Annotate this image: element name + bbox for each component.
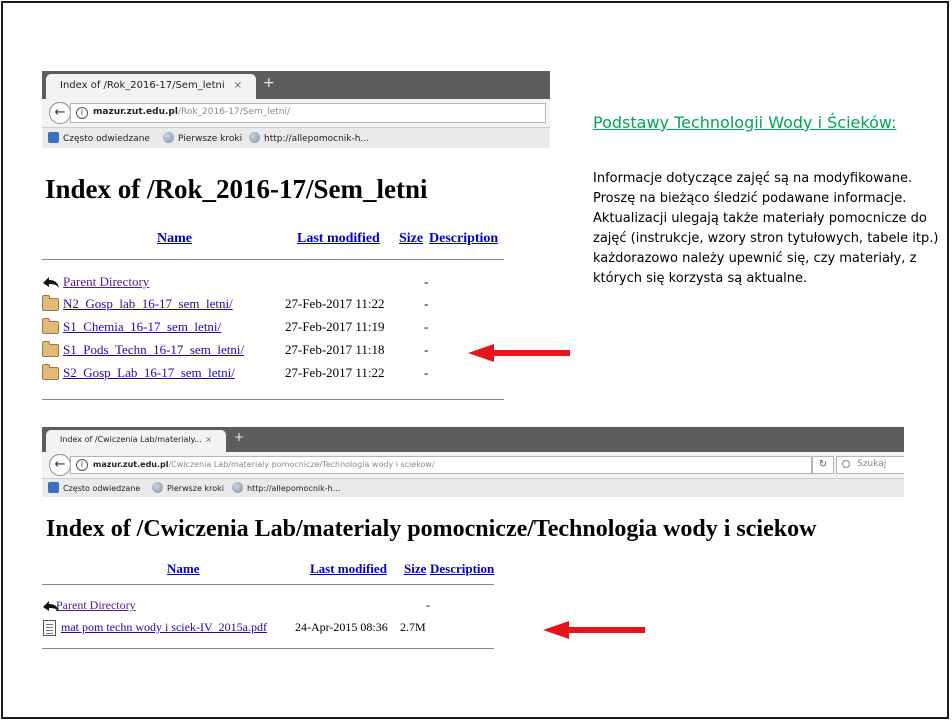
- url-domain: mazur.zut.edu.pl: [93, 107, 178, 117]
- column-name-header[interactable]: Name: [167, 561, 200, 577]
- modified-cell: 24-Apr-2015 08:36: [295, 620, 388, 634]
- address-bar[interactable]: i mazur.zut.edu.pl/Cwiczenia Lab/materia…: [70, 456, 812, 474]
- table-row: S1_Pods_Techn_16-17_sem_letni/ 27-Feb-20…: [42, 341, 512, 360]
- bookmark-item[interactable]: Pierwsze kroki: [163, 132, 242, 144]
- parent-directory-row: Parent Directory -: [42, 598, 502, 616]
- column-size-header[interactable]: Size: [404, 561, 426, 577]
- size-cell: -: [424, 342, 429, 357]
- divider: [42, 584, 494, 585]
- globe-icon: [163, 132, 174, 143]
- tab-bar: Index of /Cwiczenia Lab/materialy... × +: [42, 427, 904, 452]
- bookmarks-bar: Często odwiedzane Pierwsze kroki http://…: [42, 128, 550, 148]
- file-link[interactable]: N2_Gosp_lab_16-17_sem_letni/: [63, 296, 233, 312]
- column-modified-header[interactable]: Last modified: [297, 231, 380, 247]
- globe-icon: [249, 132, 260, 143]
- divider: [42, 648, 494, 649]
- tab-title: Index of /Cwiczenia Lab/materialy...: [60, 435, 202, 444]
- globe-icon: [232, 482, 243, 493]
- page-title: Index of /Cwiczenia Lab/materialy pomocn…: [46, 516, 817, 542]
- back-arrow-icon[interactable]: ←: [49, 454, 71, 476]
- table-row: S1_Chemia_16-17_sem_letni/ 27-Feb-2017 1…: [42, 318, 512, 337]
- size-cell: 2.7M: [400, 620, 426, 634]
- table-row: mat pom techn wody i sciek-IV_2015a.pdf …: [42, 620, 502, 638]
- new-tab-icon[interactable]: +: [263, 75, 275, 91]
- close-icon[interactable]: ×: [234, 80, 242, 91]
- file-link[interactable]: S1_Chemia_16-17_sem_letni/: [63, 319, 221, 335]
- address-bar[interactable]: i mazur.zut.edu.pl/Rok_2016-17/Sem_letni…: [70, 103, 546, 123]
- side-description: Informacje dotyczące zajęć są na modyfik…: [593, 171, 939, 286]
- nav-bar: ← i mazur.zut.edu.pl/Rok_2016-17/Sem_let…: [42, 99, 550, 128]
- bookmark-item[interactable]: http://allepomocnik-h...: [232, 482, 340, 493]
- bookmark-item[interactable]: Często odwiedzane: [48, 482, 140, 493]
- red-arrow-icon: [543, 621, 645, 639]
- nav-bar: ← i mazur.zut.edu.pl/Cwiczenia Lab/mater…: [42, 452, 904, 479]
- browser-tab[interactable]: Index of /Rok_2016-17/Sem_letni ×: [46, 74, 256, 99]
- browser-tab[interactable]: Index of /Cwiczenia Lab/materialy... ×: [46, 430, 226, 452]
- tab-bar: Index of /Rok_2016-17/Sem_letni × +: [42, 71, 550, 99]
- folder-icon: [42, 364, 59, 380]
- close-icon[interactable]: ×: [205, 435, 212, 444]
- bookmark-item[interactable]: Często odwiedzane: [48, 132, 150, 144]
- column-description-header[interactable]: Description: [430, 561, 494, 577]
- bookmark-icon: [48, 482, 59, 493]
- reload-icon[interactable]: ↻: [812, 456, 834, 474]
- url-path: /Cwiczenia Lab/materialy pomocnicze/Tech…: [168, 460, 435, 469]
- file-link[interactable]: mat pom techn wody i sciek-IV_2015a.pdf: [61, 620, 267, 635]
- divider: [42, 259, 504, 260]
- modified-cell: 27-Feb-2017 11:18: [285, 342, 385, 357]
- parent-directory-row: Parent Directory -: [42, 274, 512, 292]
- red-arrow-icon: [468, 344, 570, 362]
- size-cell: -: [426, 598, 430, 612]
- browser-window-2: Index of /Cwiczenia Lab/materialy... × +…: [42, 427, 904, 655]
- back-arrow-icon[interactable]: ←: [49, 102, 71, 124]
- modified-cell: 27-Feb-2017 11:22: [285, 296, 385, 311]
- file-link[interactable]: S1_Pods_Techn_16-17_sem_letni/: [63, 342, 244, 358]
- column-modified-header[interactable]: Last modified: [310, 561, 387, 577]
- document-icon: [43, 620, 56, 636]
- bookmarks-bar: Często odwiedzane Pierwsze kroki http://…: [42, 479, 904, 497]
- folder-icon: [42, 295, 59, 311]
- folder-icon: [42, 318, 59, 334]
- modified-cell: 27-Feb-2017 11:19: [285, 319, 385, 334]
- folder-icon: [42, 341, 59, 357]
- bookmark-item[interactable]: http://allepomocnik-h...: [249, 132, 369, 144]
- search-placeholder: Szukaj: [857, 459, 887, 469]
- page-title: Index of /Rok_2016-17/Sem_letni: [45, 174, 428, 204]
- size-cell: -: [424, 296, 429, 311]
- size-cell: -: [424, 365, 429, 380]
- new-tab-icon[interactable]: +: [234, 430, 244, 444]
- info-icon[interactable]: i: [76, 459, 88, 471]
- file-link[interactable]: S2_Gosp_Lab_16-17_sem_letni/: [63, 365, 235, 381]
- parent-directory-link[interactable]: Parent Directory: [56, 598, 136, 613]
- size-cell: -: [424, 319, 429, 334]
- search-icon: [842, 460, 850, 468]
- globe-icon: [152, 482, 163, 493]
- divider: [42, 399, 504, 400]
- size-cell: -: [424, 274, 429, 289]
- bookmark-icon: [48, 132, 59, 143]
- search-input[interactable]: Szukaj: [836, 456, 904, 474]
- modified-cell: 27-Feb-2017 11:22: [285, 365, 385, 380]
- parent-directory-link[interactable]: Parent Directory: [63, 274, 149, 290]
- side-title: Podstawy Technologii Wody i Ścieków:: [593, 113, 897, 132]
- back-arrow-icon: [43, 277, 59, 288]
- url-path: /Rok_2016-17/Sem_letni/: [177, 107, 290, 117]
- info-icon[interactable]: i: [76, 107, 88, 119]
- tab-title: Index of /Rok_2016-17/Sem_letni: [60, 80, 225, 91]
- table-row: N2_Gosp_lab_16-17_sem_letni/ 27-Feb-2017…: [42, 295, 512, 314]
- column-name-header[interactable]: Name: [157, 231, 192, 247]
- table-row: S2_Gosp_Lab_16-17_sem_letni/ 27-Feb-2017…: [42, 364, 512, 383]
- column-size-header[interactable]: Size: [399, 231, 423, 247]
- url-domain: mazur.zut.edu.pl: [93, 460, 169, 469]
- column-description-header[interactable]: Description: [429, 231, 498, 247]
- bookmark-item[interactable]: Pierwsze kroki: [152, 482, 224, 493]
